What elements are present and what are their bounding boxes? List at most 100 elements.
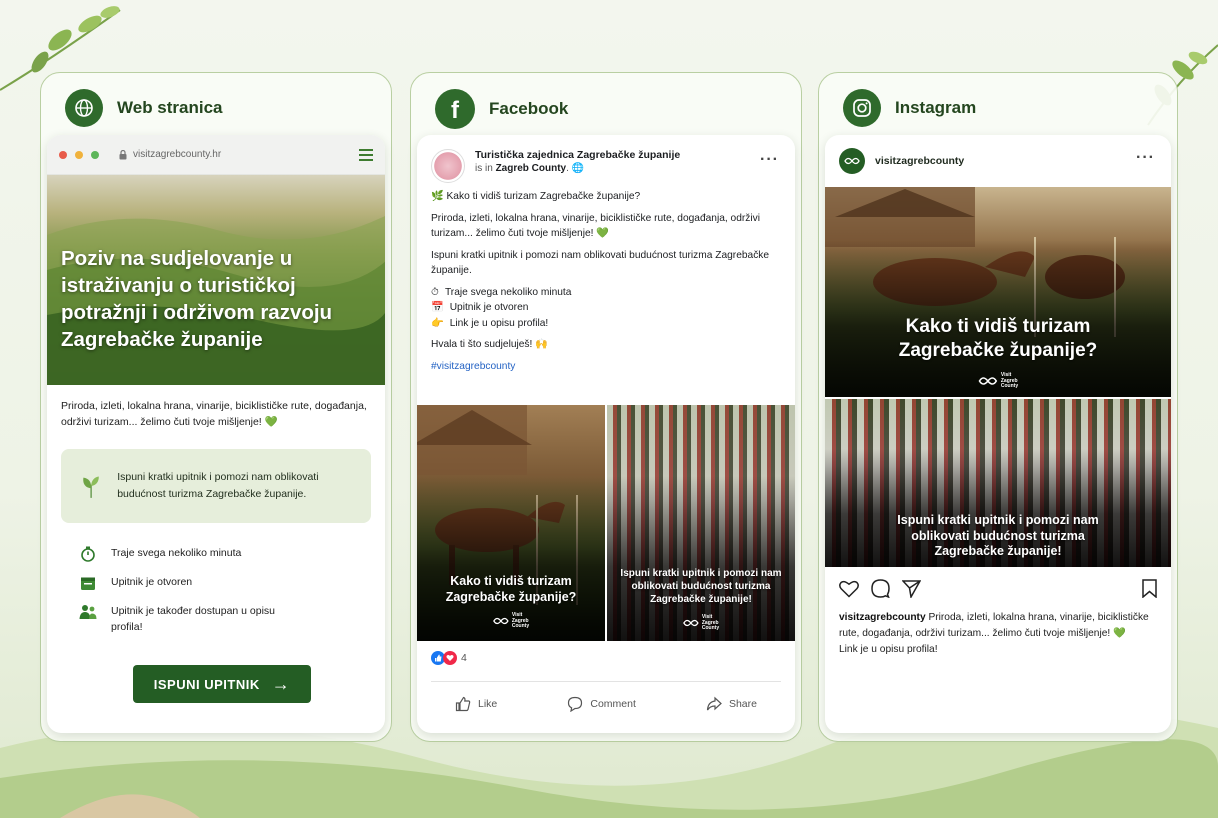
comment-bubble-icon[interactable] bbox=[871, 579, 890, 598]
hero-title: Poziv na sudjelovanje u istraživanju o t… bbox=[61, 247, 333, 352]
survey-info-text: Ispuni kratki upitnik i pomozi nam oblik… bbox=[117, 471, 319, 500]
comment-button[interactable]: Comment bbox=[567, 696, 636, 712]
post-image-horses[interactable]: Kako ti vidiš turizam Zagrebačke županij… bbox=[825, 187, 1171, 397]
post-image-horses[interactable]: Kako ti vidiš turizam Zagrebačke županij… bbox=[417, 405, 605, 641]
post-image-crowd[interactable]: Ispuni kratki upitnik i pomozi nam oblik… bbox=[607, 405, 795, 641]
location-name[interactable]: Zagreb County bbox=[496, 163, 567, 174]
feature-item: Traje svega nekoliko minuta bbox=[79, 545, 353, 563]
feature-text: Upitnik je otvoren bbox=[111, 575, 193, 588]
calendar-icon: 📅 bbox=[431, 302, 444, 313]
logo-line: County bbox=[1000, 383, 1019, 389]
facebook-card-title: Facebook bbox=[489, 99, 569, 118]
image-caption: Kako ti vidiš turizam Zagrebačke županij… bbox=[898, 316, 1098, 361]
bookmark-icon[interactable] bbox=[1142, 579, 1157, 598]
like-label: Like bbox=[478, 697, 498, 710]
browser-mockup: visitzagrebcounty.hr Poziv na sudjelovan… bbox=[47, 135, 385, 733]
post-thanks: Hvala ti što sudjeluješ! 🙌 bbox=[431, 339, 548, 350]
send-paper-plane-icon[interactable] bbox=[902, 579, 921, 598]
address-bar[interactable]: visitzagrebcounty.hr bbox=[119, 149, 351, 160]
browser-bar: visitzagrebcounty.hr bbox=[47, 135, 385, 175]
logo-text: Visit Zagreb County bbox=[701, 614, 720, 632]
post-text: 🌿 Kako ti vidiš turizam Zagrebačke župan… bbox=[417, 189, 795, 374]
arrow-right-icon: → bbox=[271, 673, 291, 694]
comment-label: Comment bbox=[590, 697, 636, 710]
post-list-text: Traje svega nekoliko minuta bbox=[444, 286, 572, 298]
logo-text: Visit Zagreb County bbox=[511, 612, 530, 630]
fill-survey-button[interactable]: ISPUNI UPITNIK → bbox=[133, 665, 311, 703]
username[interactable]: visitzagrebcounty bbox=[875, 155, 964, 167]
pointing-hand-icon: 👉 bbox=[431, 317, 444, 329]
visit-zagreb-county-logo: Visit Zagreb County bbox=[683, 614, 720, 632]
post-actions bbox=[825, 567, 1171, 604]
thumbs-up-icon bbox=[455, 696, 471, 711]
survey-info-box: Ispuni kratki upitnik i pomozi nam oblik… bbox=[61, 448, 371, 523]
close-dot-icon[interactable] bbox=[59, 150, 67, 159]
visit-zagreb-county-logo: Visit Zagreb County bbox=[978, 372, 1019, 390]
post-images: Kako ti vidiš turizam Zagrebačke županij… bbox=[417, 405, 795, 641]
people-icon bbox=[79, 603, 97, 621]
instagram-post: visitzagrebcounty ··· Kako ti vidiš turi… bbox=[825, 135, 1171, 733]
visit-zagreb-county-logo: Visit Zagreb County bbox=[493, 612, 530, 630]
more-options-icon[interactable]: ··· bbox=[760, 151, 779, 169]
feature-list: Traje svega nekoliko minuta Upitnik je o… bbox=[47, 523, 385, 637]
facebook-card-header: f Facebook bbox=[435, 89, 568, 129]
public-globe-icon: . 🌐 bbox=[566, 163, 585, 174]
hero-banner: Poziv na sudjelovanje u istraživanju o t… bbox=[47, 175, 385, 385]
post-line: Priroda, izleti, lokalna hrana, vinarije… bbox=[431, 212, 760, 240]
post-header: visitzagrebcounty ··· bbox=[825, 135, 1171, 187]
lock-icon bbox=[119, 149, 127, 159]
like-button[interactable]: Like bbox=[455, 696, 497, 712]
post-hashtag[interactable]: #visitzagrebcounty bbox=[431, 359, 781, 375]
more-options-icon[interactable]: ··· bbox=[1136, 149, 1155, 167]
caption-username[interactable]: visitzagrebcounty bbox=[839, 612, 926, 623]
web-card-title: Web stranica bbox=[117, 98, 223, 117]
reactions-summary[interactable]: 4 bbox=[431, 651, 467, 665]
feature-item: Upitnik je otvoren bbox=[79, 574, 353, 592]
logo-line: County bbox=[701, 625, 720, 631]
heart-icon[interactable] bbox=[839, 580, 859, 598]
logo-line: County bbox=[511, 623, 530, 629]
maximize-dot-icon[interactable] bbox=[91, 150, 99, 159]
instagram-card: Instagram visitzagrebcounty ··· Kako ti … bbox=[818, 72, 1178, 742]
web-intro-text: Priroda, izleti, lokalna hrana, vinarije… bbox=[61, 400, 367, 428]
page-name[interactable]: Turistička zajednica Zagrebačke županije bbox=[475, 149, 680, 161]
facebook-card: f Facebook Turistička zajednica Zagrebač… bbox=[410, 72, 802, 742]
share-label: Share bbox=[728, 697, 757, 710]
feature-text: Upitnik je također dostupan u opisu prof… bbox=[111, 604, 276, 634]
post-location: is in Zagreb County. 🌐 bbox=[475, 163, 680, 174]
hamburger-menu-icon[interactable] bbox=[359, 148, 373, 161]
post-list: ⏱ Traje svega nekoliko minuta 📅 Upitnik je… bbox=[431, 285, 781, 332]
comment-bubble-icon bbox=[568, 696, 583, 712]
image-caption: Ispuni kratki upitnik i pomozi nam oblik… bbox=[897, 513, 1099, 559]
feature-text: Traje svega nekoliko minuta bbox=[111, 546, 242, 559]
post-list-item: 📅 Upitnik je otvoren bbox=[431, 300, 781, 316]
fill-survey-button-label: ISPUNI UPITNIK bbox=[153, 676, 260, 692]
stopwatch-icon bbox=[79, 545, 97, 563]
love-reaction-icon bbox=[443, 651, 457, 665]
post-list-item: ⏱ Traje svega nekoliko minuta bbox=[431, 285, 781, 301]
instagram-card-title: Instagram bbox=[895, 98, 977, 117]
post-list-text: Upitnik je otvoren bbox=[449, 302, 529, 313]
page-avatar[interactable] bbox=[431, 149, 465, 183]
web-card: Web stranica visitzagrebcounty.hr Poziv … bbox=[40, 72, 392, 742]
post-header: Turistička zajednica Zagrebačke županije… bbox=[417, 135, 795, 189]
post-actions: Like Comment Share bbox=[431, 681, 781, 725]
profile-avatar[interactable] bbox=[839, 148, 865, 174]
post-image-crowd[interactable]: Ispuni kratki upitnik i pomozi nam oblik… bbox=[825, 399, 1171, 567]
instagram-card-header: Instagram bbox=[843, 89, 976, 127]
post-line: Ispuni kratki upitnik i pomozi nam oblik… bbox=[431, 249, 770, 277]
plant-sprout-icon bbox=[83, 475, 99, 498]
minimize-dot-icon[interactable] bbox=[75, 150, 83, 159]
share-button[interactable]: Share bbox=[706, 696, 757, 712]
web-card-header: Web stranica bbox=[65, 89, 223, 127]
instagram-logo-icon bbox=[843, 89, 881, 127]
calendar-icon bbox=[79, 574, 97, 592]
post-caption: visitzagrebcounty Priroda, izleti, lokal… bbox=[825, 604, 1171, 663]
post-list-text: Link je u opisu profila! bbox=[449, 317, 549, 329]
facebook-logo-icon: f bbox=[435, 89, 475, 129]
logo-text: Visit Zagreb County bbox=[1000, 372, 1019, 390]
post-line: 🌿 Kako ti vidiš turizam Zagrebačke župan… bbox=[431, 191, 641, 202]
feature-item: Upitnik je također dostupan u opisu prof… bbox=[79, 603, 353, 637]
location-prefix: is in bbox=[475, 163, 496, 174]
facebook-post: Turistička zajednica Zagrebačke županije… bbox=[417, 135, 795, 733]
